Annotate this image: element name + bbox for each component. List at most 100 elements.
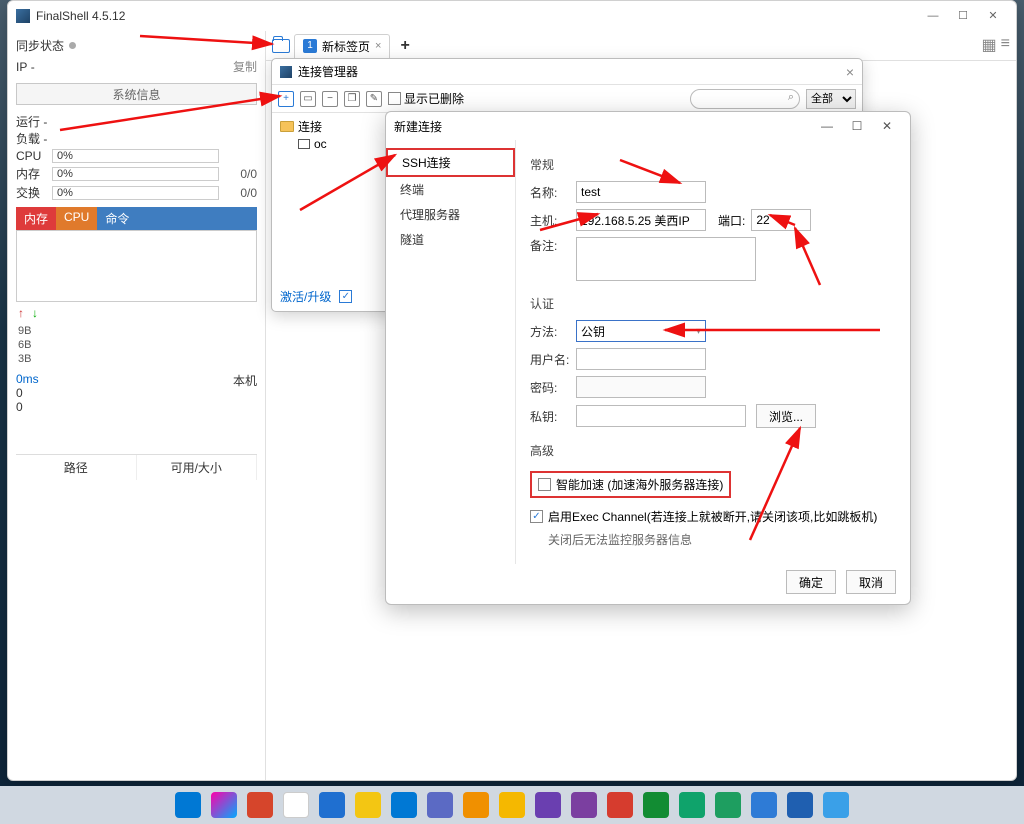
host-icon [298, 139, 310, 149]
tab-close-icon[interactable]: × [375, 40, 381, 52]
tab-cpu[interactable]: CPU [56, 207, 97, 230]
connections-icon[interactable] [272, 39, 290, 53]
swap-bar: 0% [52, 186, 219, 200]
taskbar[interactable] [0, 786, 1024, 824]
system-info-button[interactable]: 系统信息 [16, 83, 257, 105]
search-input[interactable] [690, 89, 800, 109]
tabstrip: 1 新标签页 × + [266, 31, 1016, 61]
conn-type-tunnel[interactable]: 隧道 [386, 227, 515, 252]
exec-channel-checkbox[interactable] [530, 510, 543, 523]
new-connection-icon[interactable]: + [278, 91, 294, 107]
minimize-button[interactable]: — [918, 6, 948, 26]
upload-icon: ↑ [18, 306, 24, 320]
tab-label: 新标签页 [322, 38, 370, 55]
sync-dot-icon [69, 42, 76, 49]
ip-label: IP [16, 60, 27, 74]
group-advanced: 高级 [530, 442, 896, 459]
ok-button[interactable]: 确定 [786, 570, 836, 594]
group-auth: 认证 [530, 295, 896, 312]
mem-label: 内存 [16, 165, 48, 182]
taskbar-app[interactable] [643, 792, 669, 818]
close-button[interactable]: ✕ [978, 6, 1008, 26]
nc-minimize-button[interactable]: — [812, 119, 842, 133]
password-field [576, 376, 706, 398]
perf-chart [16, 230, 257, 302]
load-label: 负载 - [16, 130, 257, 147]
tab-command[interactable]: 命令 [97, 207, 137, 230]
show-deleted-checkbox[interactable]: 显示已删除 [388, 90, 464, 107]
dialog-icon [280, 66, 292, 78]
group-general: 常规 [530, 156, 896, 173]
delete-icon[interactable]: − [322, 91, 338, 107]
taskbar-app[interactable] [787, 792, 813, 818]
swap-ratio: 0/0 [223, 186, 257, 200]
cancel-button[interactable]: 取消 [846, 570, 896, 594]
taskbar-app[interactable] [715, 792, 741, 818]
running-label: 运行 - [16, 113, 257, 130]
ip-value: - [31, 60, 35, 74]
browse-button[interactable]: 浏览... [756, 404, 816, 428]
activate-link[interactable]: 激活/升级 [280, 288, 331, 305]
maximize-button[interactable]: ☐ [948, 6, 978, 26]
taskbar-app[interactable] [607, 792, 633, 818]
cpu-label: CPU [16, 149, 48, 163]
remark-field[interactable] [576, 237, 756, 281]
taskbar-app[interactable] [571, 792, 597, 818]
private-key-field[interactable] [576, 405, 746, 427]
local-label: 本机 [233, 372, 257, 389]
username-field[interactable] [576, 348, 706, 370]
folder-icon [280, 121, 294, 132]
titlebar: FinalShell 4.5.12 — ☐ ✕ [8, 1, 1016, 31]
latency-value: 0ms [16, 372, 39, 386]
copy-icon[interactable]: ❐ [344, 91, 360, 107]
smart-accel-row[interactable]: 智能加速 (加速海外服务器连接) [530, 471, 731, 498]
taskbar-app[interactable] [499, 792, 525, 818]
name-field[interactable] [576, 181, 706, 203]
swap-label: 交换 [16, 184, 48, 201]
taskbar-app[interactable] [427, 792, 453, 818]
taskbar-app[interactable] [319, 792, 345, 818]
taskbar-app[interactable] [391, 792, 417, 818]
list-view-icon[interactable]: ≡ [1001, 35, 1010, 55]
shanghai[interactable] [679, 792, 705, 818]
conn-mgr-toolbar: + ▭ − ❐ ✎ 显示已删除 全部 [272, 85, 862, 113]
taskbar-app[interactable] [751, 792, 777, 818]
new-conn-title: 新建连接 [394, 118, 442, 135]
port-field[interactable] [751, 209, 811, 231]
tab-new[interactable]: 1 新标签页 × [294, 34, 390, 58]
sync-status-label: 同步状态 [16, 37, 64, 54]
edit-icon[interactable]: ✎ [366, 91, 382, 107]
conn-type-ssh[interactable]: SSH连接 [386, 148, 515, 177]
filter-select[interactable]: 全部 [806, 89, 856, 109]
taskbar-app[interactable] [211, 792, 237, 818]
download-icon: ↓ [32, 306, 38, 320]
conn-type-terminal[interactable]: 终端 [386, 177, 515, 202]
conn-mgr-close-icon[interactable]: × [846, 64, 854, 80]
taskbar-app[interactable] [463, 792, 489, 818]
taskbar-app[interactable] [355, 792, 381, 818]
footer-checkbox[interactable]: ✓ [339, 290, 352, 303]
col-path[interactable]: 路径 [16, 455, 137, 480]
taskbar-app[interactable] [175, 792, 201, 818]
grid-view-icon[interactable]: ▦ [982, 35, 997, 55]
smart-accel-checkbox[interactable] [538, 478, 551, 491]
col-size[interactable]: 可用/大小 [137, 455, 258, 480]
nc-close-button[interactable]: ✕ [872, 119, 902, 133]
copy-button[interactable]: 复制 [233, 58, 257, 75]
tab-memory[interactable]: 内存 [16, 207, 56, 230]
nc-maximize-button[interactable]: ☐ [842, 119, 872, 133]
conn-mgr-title: 连接管理器 [298, 63, 358, 80]
cpu-bar: 0% [52, 149, 219, 163]
conn-type-proxy[interactable]: 代理服务器 [386, 202, 515, 227]
app-icon [16, 9, 30, 23]
host-field[interactable] [576, 209, 706, 231]
taskbar-app[interactable] [283, 792, 309, 818]
new-folder-icon[interactable]: ▭ [300, 91, 316, 107]
taskbar-app[interactable] [823, 792, 849, 818]
sidebar: 同步状态 IP - 复制 系统信息 运行 - 负载 - CPU 0% 内存 0%… [8, 31, 266, 780]
taskbar-app[interactable] [535, 792, 561, 818]
taskbar-app[interactable] [247, 792, 273, 818]
new-tab-button[interactable]: + [394, 37, 415, 55]
conn-type-list: SSH连接 终端 代理服务器 隧道 [386, 140, 516, 564]
auth-method-select[interactable]: 公钥 [576, 320, 706, 342]
